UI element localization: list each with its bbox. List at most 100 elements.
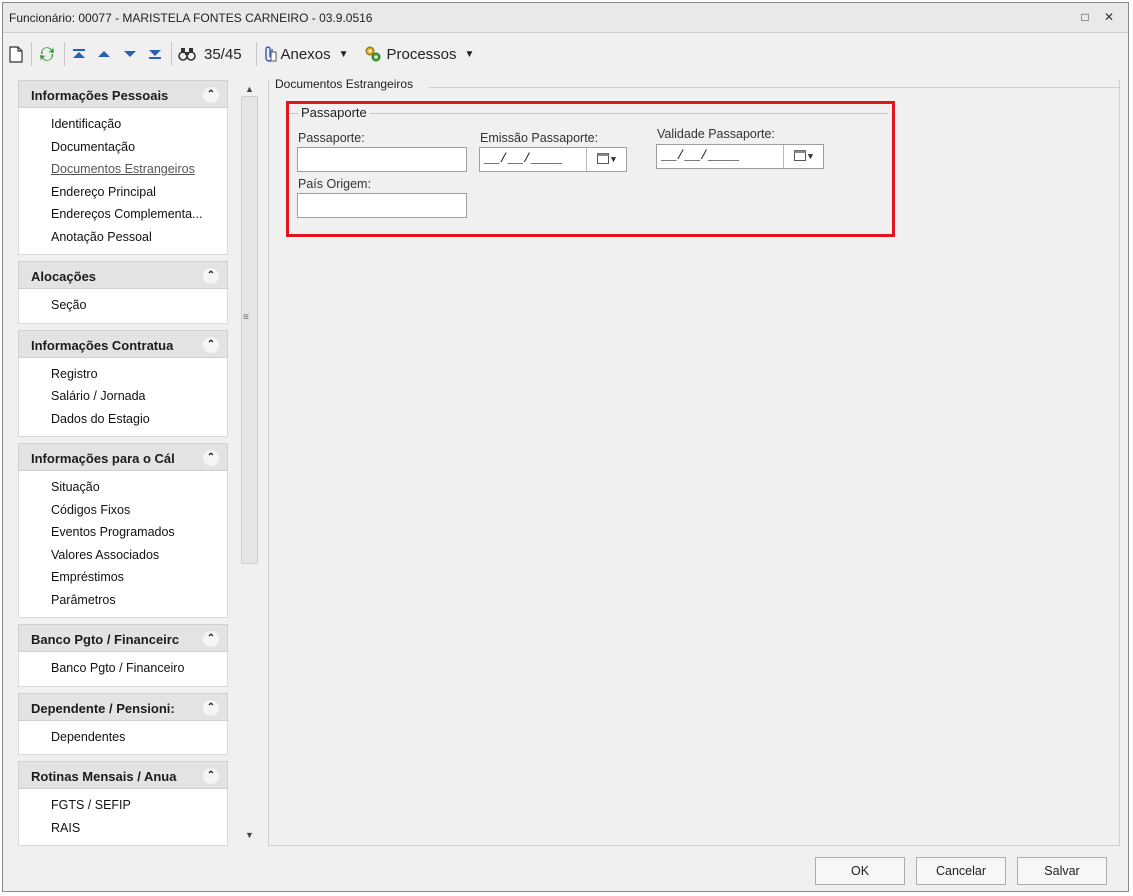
nav-group-header[interactable]: Informações Contratua ⌃ (18, 329, 228, 358)
collapse-chevron-icon[interactable]: ⌃ (203, 631, 219, 647)
collapse-chevron-icon[interactable]: ⌃ (203, 768, 219, 784)
nav-item[interactable]: Situação (51, 476, 227, 499)
nav-group-title: Banco Pgto / Financeirc (31, 632, 180, 647)
collapse-chevron-icon[interactable]: ⌃ (203, 336, 219, 353)
toolbar-separator (64, 42, 65, 66)
nav-scrollbar[interactable]: ▲ ≡ ▼ (239, 80, 261, 846)
nav-group-items: Registro Salário / Jornada Dados do Estagi… (18, 357, 228, 437)
ok-button[interactable]: OK (815, 857, 905, 885)
pais-origem-input[interactable] (297, 193, 467, 218)
nav-group: Informações Pessoais ⌃ Identificação Docume… (18, 80, 228, 255)
scrollbar-thumb[interactable] (241, 96, 258, 564)
nav-group-header[interactable]: Rotinas Mensais / Anua ⌃ (18, 761, 228, 789)
nav-item[interactable]: Parâmetros (51, 589, 227, 612)
nav-group-title: Dependente / Pensioni: (31, 700, 175, 716)
anexos-label: Anexos (280, 45, 331, 63)
validade-date-value: __/__/____ (661, 148, 740, 163)
gears-icon (363, 45, 383, 63)
nav-item[interactable]: Endereço Principal (51, 181, 227, 204)
nav-group-items: Situação Códigos Fixos Eventos Programados… (18, 471, 228, 618)
toolbar-separator (255, 42, 257, 66)
nav-group-items: Seção (18, 289, 228, 324)
nav-item[interactable]: Dependentes (51, 726, 227, 749)
paperclip-icon (263, 45, 277, 63)
first-record-icon[interactable] (71, 42, 87, 66)
nav-item[interactable]: Salário / Jornada (51, 385, 227, 408)
next-record-icon[interactable] (123, 42, 137, 66)
side-navigation: Informações Pessoais ⌃ Identificação Docume… (18, 80, 228, 846)
window-controls[interactable]: □ ✕ (1081, 10, 1120, 24)
section-title: Documentos Estrangeiros (275, 77, 418, 91)
emissao-calendar-button[interactable]: ▼ (586, 148, 626, 171)
nav-item[interactable]: Documentos Estrangeiros (51, 158, 227, 181)
nav-group-title: Informações para o Cál (31, 451, 175, 466)
nav-item[interactable]: Dados do Estagio (51, 408, 227, 431)
processos-label: Processos (386, 45, 457, 63)
scroll-up-icon[interactable]: ▲ (245, 84, 254, 94)
refresh-icon[interactable] (38, 42, 56, 66)
nav-group: Alocações ⌃ Seção (18, 261, 228, 324)
validade-passaporte-input[interactable]: __/__/____ ▼ (656, 144, 824, 169)
anexos-button[interactable]: Anexos ▼ (263, 42, 359, 66)
nav-item[interactable]: Valores Associados (51, 544, 227, 567)
emissao-passaporte-label: Emissão Passaporte: (480, 131, 599, 145)
collapse-chevron-icon[interactable]: ⌃ (203, 87, 219, 103)
nav-item[interactable]: Códigos Fixos (51, 499, 227, 522)
nav-item[interactable]: Registro (51, 363, 227, 386)
collapse-chevron-icon[interactable]: ⌃ (203, 699, 219, 716)
nav-group-items: FGTS / SEFIP RAIS (18, 789, 228, 846)
nav-group-header[interactable]: Dependente / Pensioni: ⌃ (18, 692, 228, 721)
previous-record-icon[interactable] (97, 42, 111, 66)
nav-group-title: Informações Pessoais (31, 88, 169, 103)
nav-group: Banco Pgto / Financeirc ⌃ Banco Pgto / Fin… (18, 624, 228, 687)
collapse-chevron-icon[interactable]: ⌃ (203, 450, 219, 466)
nav-group-title: Alocações (31, 269, 97, 284)
emissao-passaporte-input[interactable]: __/__/____ ▼ (479, 147, 627, 172)
scroll-down-icon[interactable]: ▼ (245, 830, 254, 840)
nav-item[interactable]: FGTS / SEFIP (51, 794, 227, 817)
nav-group-title: Informações Contratua (31, 337, 174, 353)
dropdown-arrow-icon: ▼ (464, 48, 475, 60)
nav-item[interactable]: Documentação (51, 136, 227, 159)
nav-item[interactable]: RAIS (51, 817, 227, 840)
nav-item[interactable]: Eventos Programados (51, 521, 227, 544)
processos-button[interactable]: Processos ▼ (363, 42, 485, 66)
new-record-icon[interactable] (9, 42, 23, 66)
nav-group-title: Rotinas Mensais / Anua (31, 769, 177, 784)
toolbar: 35/45 Anexos ▼ Processos ▼ (3, 34, 1128, 74)
nav-item[interactable]: Anotação Pessoal (51, 226, 227, 249)
nav-group-items: Banco Pgto / Financeiro (18, 652, 228, 687)
record-counter: 35/45 (204, 45, 242, 63)
toolbar-separator (31, 42, 32, 66)
nav-group-items: Dependentes (18, 720, 228, 755)
cancel-button[interactable]: Cancelar (916, 857, 1006, 885)
dropdown-arrow-icon: ▼ (338, 48, 349, 60)
pais-origem-label: País Origem: (298, 177, 371, 191)
section-divider (429, 87, 1119, 88)
nav-group: Dependente / Pensioni: ⌃ Dependentes (18, 692, 228, 755)
nav-item[interactable]: Endereços Complementa... (51, 203, 227, 226)
last-record-icon[interactable] (147, 42, 163, 66)
nav-item[interactable]: Seção (51, 294, 227, 317)
title-bar: Funcionário: 00077 - MARISTELA FONTES CA… (3, 3, 1128, 33)
dropdown-arrow-icon: ▼ (807, 151, 814, 162)
nav-item[interactable]: Banco Pgto / Financeiro (51, 657, 227, 680)
save-button[interactable]: Salvar (1017, 857, 1107, 885)
collapse-chevron-icon[interactable]: ⌃ (203, 268, 219, 284)
validade-calendar-button[interactable]: ▼ (783, 145, 823, 168)
window-title: Funcionário: 00077 - MARISTELA FONTES CA… (9, 11, 373, 25)
passaporte-label: Passaporte: (298, 131, 365, 145)
nav-item[interactable]: Identificação (51, 113, 227, 136)
nav-group-header[interactable]: Banco Pgto / Financeirc ⌃ (18, 624, 228, 652)
scroll-grip-icon: ≡ (243, 312, 249, 323)
nav-group-header[interactable]: Alocações ⌃ (18, 261, 228, 289)
binoculars-icon[interactable] (178, 42, 196, 66)
nav-group-header[interactable]: Informações Pessoais ⌃ (18, 80, 228, 108)
emissao-date-value: __/__/____ (484, 151, 563, 166)
nav-group-header[interactable]: Informações para o Cál ⌃ (18, 443, 228, 471)
nav-group: Rotinas Mensais / Anua ⌃ FGTS / SEFIP RAIS (18, 761, 228, 846)
passaporte-input[interactable] (297, 147, 467, 172)
dropdown-arrow-icon: ▼ (610, 154, 617, 165)
toolbar-separator (171, 42, 172, 66)
nav-item[interactable]: Empréstimos (51, 566, 227, 589)
